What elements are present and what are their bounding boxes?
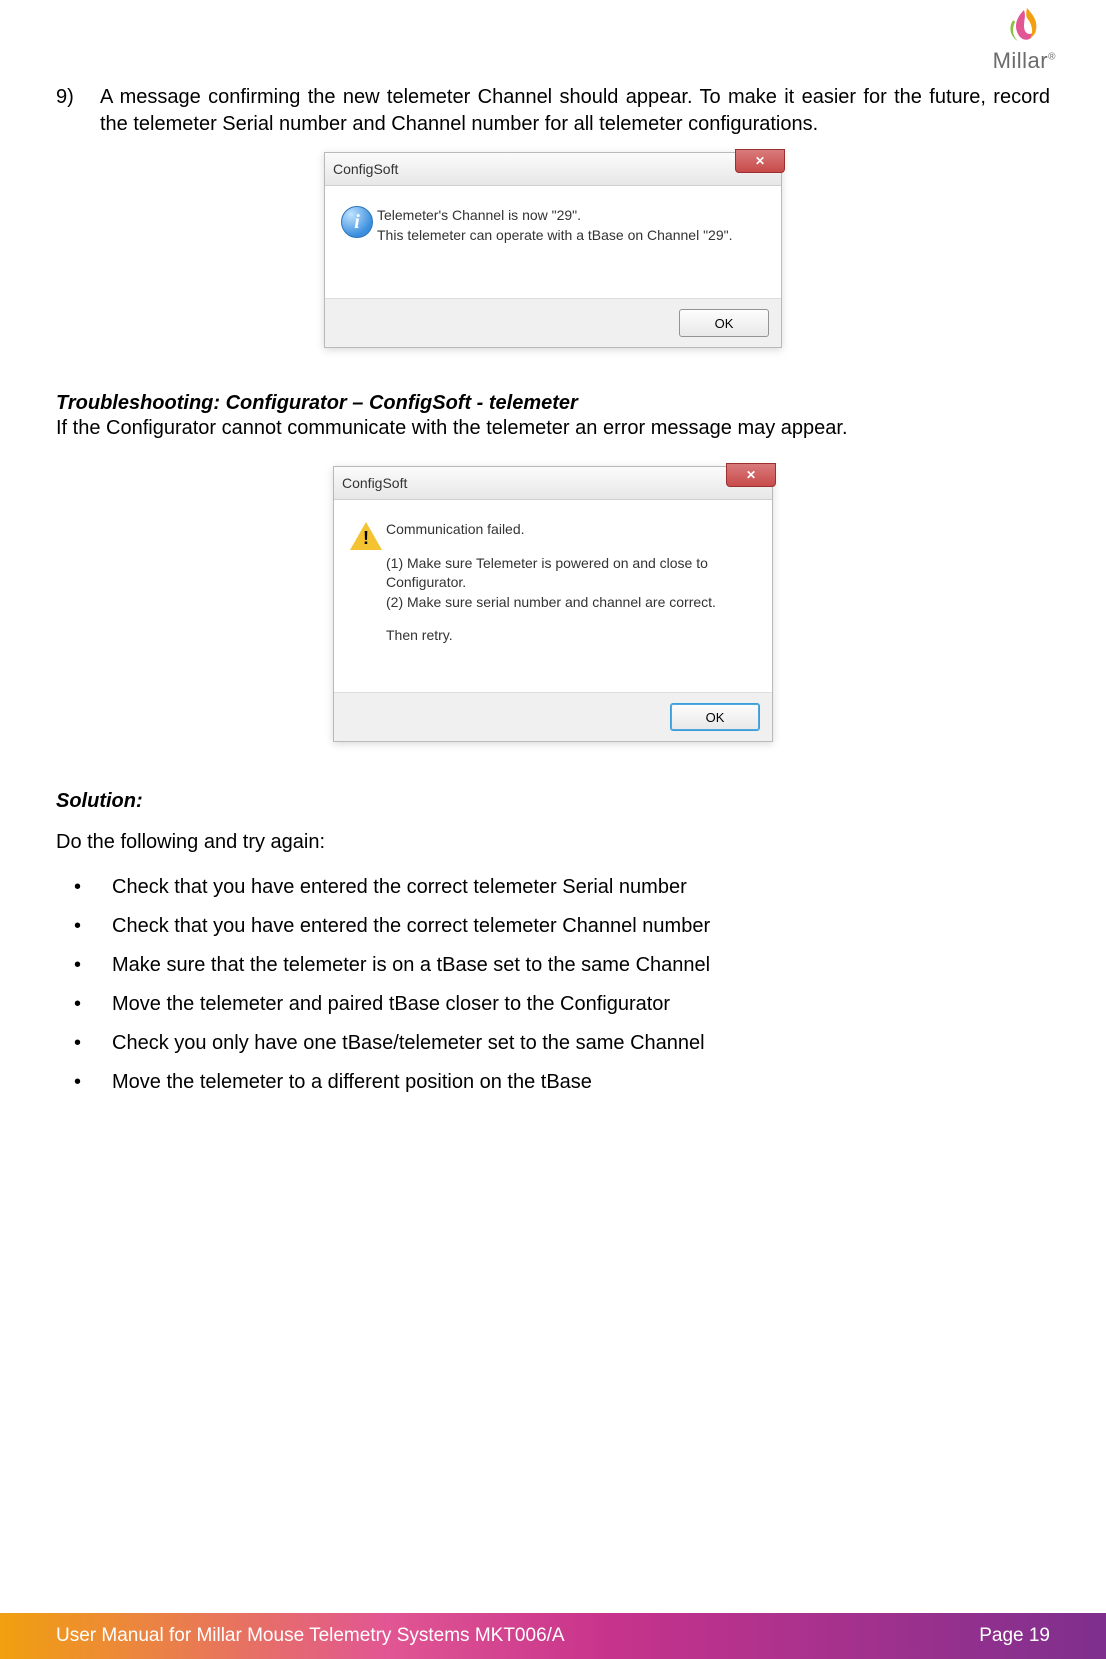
solution-list: Check that you have entered the correct … — [56, 868, 1050, 1102]
info-icon: i — [341, 206, 373, 238]
dialog-line: (2) Make sure serial number and channel … — [386, 593, 756, 613]
dialog-line: This telemeter can operate with a tBase … — [377, 226, 732, 246]
list-item: Make sure that the telemeter is on a tBa… — [56, 946, 1050, 985]
ok-button[interactable]: OK — [670, 703, 760, 731]
configsoft-error-dialog: ConfigSoft ✕ Communication failed. (1) M… — [333, 466, 773, 742]
list-item: Check that you have entered the correct … — [56, 868, 1050, 907]
close-button[interactable]: ✕ — [726, 463, 776, 487]
dialog-line: Telemeter's Channel is now "29". — [377, 206, 732, 226]
footer-right: Page 19 — [979, 1625, 1050, 1647]
close-icon: ✕ — [755, 154, 765, 168]
troubleshooting-heading: Troubleshooting: Configurator – ConfigSo… — [56, 392, 578, 414]
configsoft-info-dialog: ConfigSoft ✕ i Telemeter's Channel is no… — [324, 152, 782, 348]
dialog-icon-col — [350, 520, 386, 670]
troubleshooting-section: Troubleshooting: Configurator – ConfigSo… — [56, 392, 1050, 415]
dialog-titlebar: ConfigSoft ✕ — [325, 153, 781, 186]
dialog-line: Communication failed. — [386, 520, 756, 540]
dialog-message: Communication failed. (1) Make sure Tele… — [386, 520, 756, 670]
dialog-title: ConfigSoft — [333, 161, 398, 177]
close-icon: ✕ — [746, 468, 756, 482]
dialog-message: Telemeter's Channel is now "29". This te… — [377, 206, 732, 276]
brand-logo: Millar® — [993, 8, 1056, 74]
solution-intro: Do the following and try again: — [56, 831, 1050, 854]
footer-left: User Manual for Millar Mouse Telemetry S… — [56, 1625, 565, 1647]
list-item: Check you only have one tBase/telemeter … — [56, 1024, 1050, 1063]
step-9: 9) A message confirming the new telemete… — [56, 84, 1050, 138]
flame-icon — [1002, 8, 1046, 48]
list-item: Move the telemeter and paired tBase clos… — [56, 985, 1050, 1024]
list-item: Move the telemeter to a different positi… — [56, 1063, 1050, 1102]
page-footer: User Manual for Millar Mouse Telemetry S… — [0, 1613, 1106, 1659]
dialog-title: ConfigSoft — [342, 475, 407, 491]
ok-button[interactable]: OK — [679, 309, 769, 337]
brand-name: Millar® — [993, 48, 1056, 74]
list-item: Check that you have entered the correct … — [56, 907, 1050, 946]
dialog-icon-col: i — [341, 206, 377, 276]
step-text: A message confirming the new telemeter C… — [100, 84, 1050, 138]
step-number: 9) — [56, 84, 100, 138]
dialog-line: Then retry. — [386, 626, 756, 646]
solution-heading: Solution: — [56, 790, 1050, 813]
close-button[interactable]: ✕ — [735, 149, 785, 173]
warning-icon — [350, 522, 382, 550]
dialog-titlebar: ConfigSoft ✕ — [334, 467, 772, 500]
dialog-line: (1) Make sure Telemeter is powered on an… — [386, 554, 756, 593]
troubleshooting-text: If the Configurator cannot communicate w… — [56, 417, 1050, 440]
